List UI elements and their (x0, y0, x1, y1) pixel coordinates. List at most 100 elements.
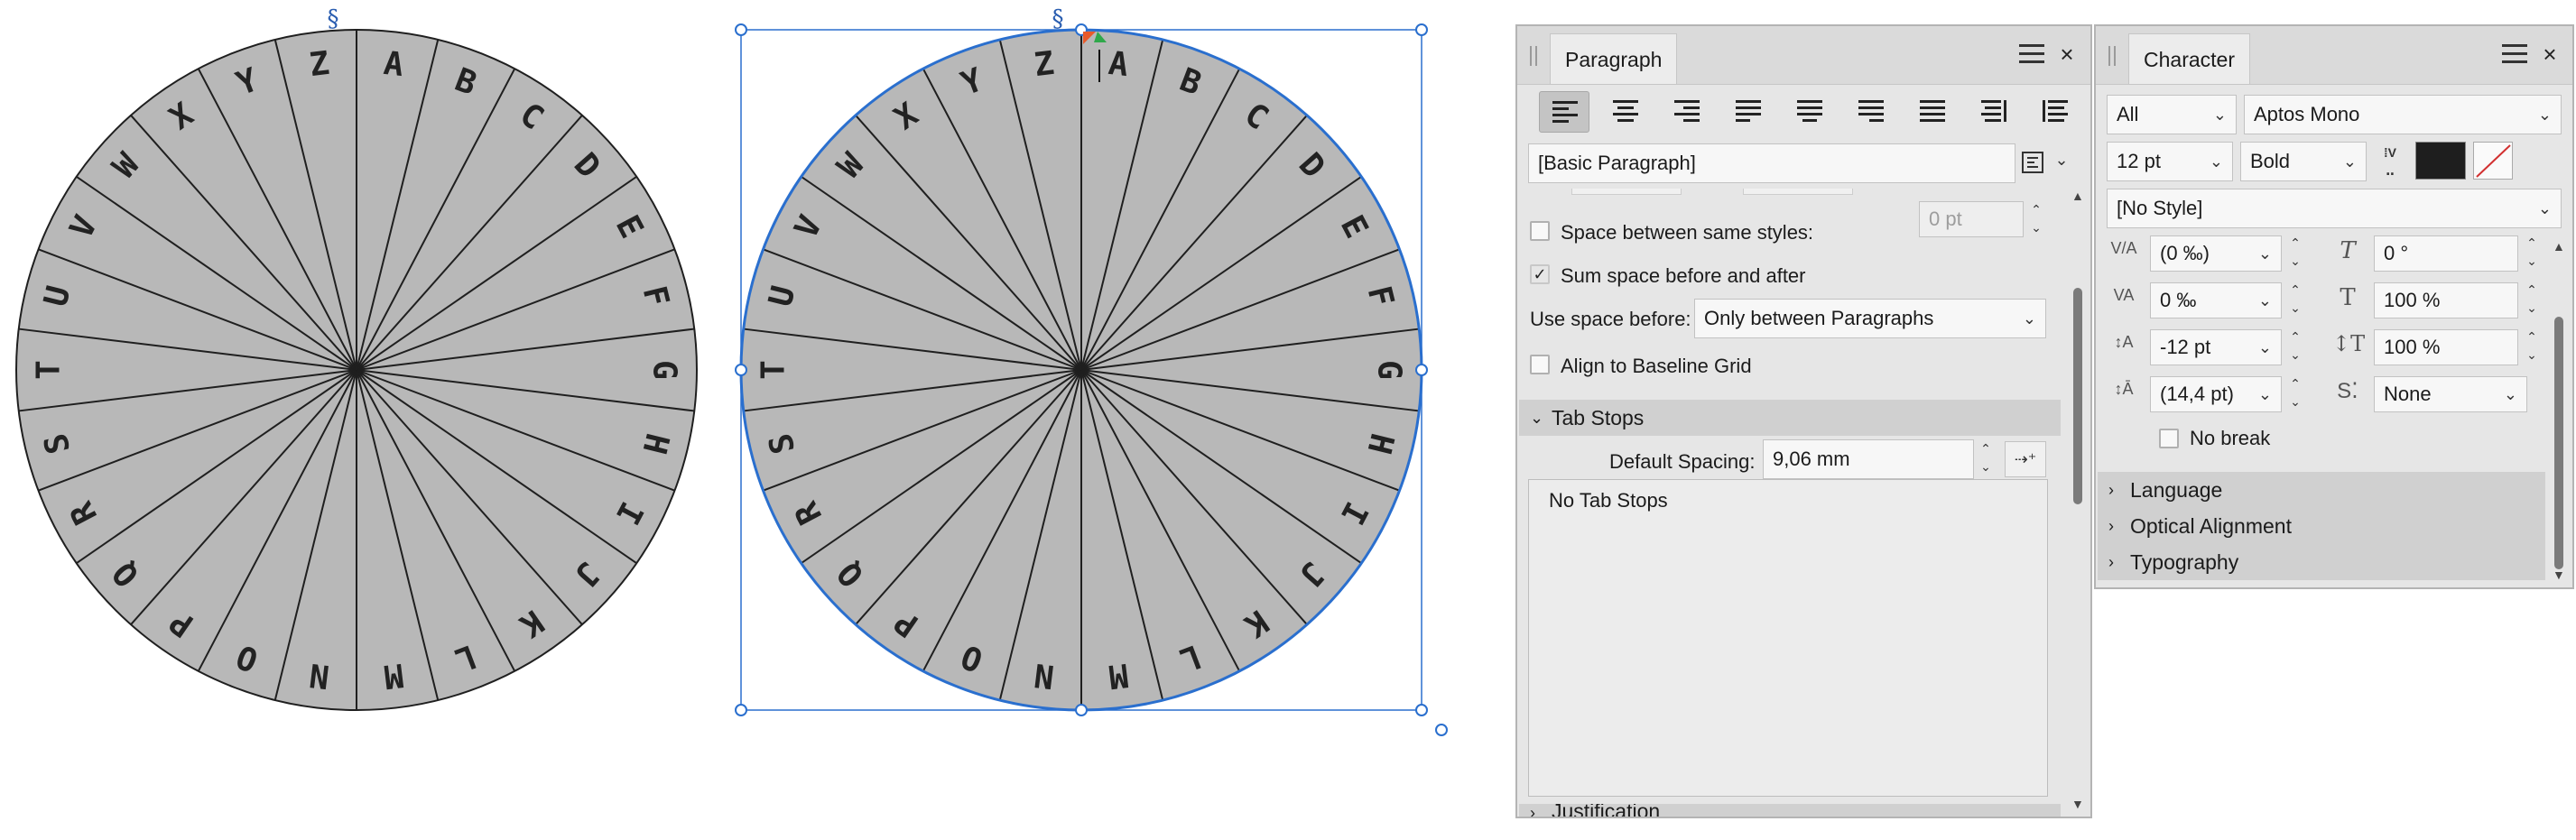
no-tab-stops-text: No Tab Stops (1549, 489, 1668, 512)
paragraph-tab[interactable]: Paragraph (1550, 33, 1678, 84)
space-between-stepper[interactable]: ⌃ ⌄ (2028, 200, 2044, 240)
language-section-header[interactable]: › Language (2098, 472, 2545, 508)
no-break-label: No break (2190, 427, 2271, 449)
scroll-up-icon[interactable]: ▲ (2553, 239, 2565, 254)
justification-section-header[interactable]: › Justification (1519, 804, 2061, 817)
character-scrollbar[interactable]: ▲ ▼ (2553, 239, 2565, 582)
font-size-dropdown[interactable]: 12 pt ⌄ (2107, 142, 2233, 181)
leading-dropdown[interactable]: (14,4 pt) ⌄ (2150, 376, 2282, 412)
document-canvas[interactable]: A B C D E F G H I J K L M N O P Q R S T U V W X Y Z § A B C D E F G H I J K L M… (0, 0, 1489, 840)
italic-angle-input[interactable]: 0 ° (2374, 235, 2518, 272)
paragraph-style-options-icon[interactable] (2019, 151, 2046, 178)
italic-angle-stepper[interactable]: ⌃ ⌄ (2524, 234, 2540, 273)
default-spacing-stepper[interactable]: ⌃ ⌄ (1978, 439, 1994, 479)
tracking-dropdown[interactable]: 0 ‰ ⌄ (2150, 282, 2282, 318)
baseline-shift-value: -12 pt (2160, 336, 2211, 358)
justify-all-button[interactable] (1907, 91, 1958, 133)
baseline-grid-label: Align to Baseline Grid (1561, 355, 1752, 377)
align-towards-spine-button[interactable] (1969, 91, 2019, 133)
horizontal-scale-value: 100 % (2384, 289, 2441, 311)
tracking-icon: VA (2113, 286, 2135, 304)
no-color-icon (2476, 144, 2511, 178)
character-panel-header: Character × (2096, 26, 2572, 85)
scroll-down-icon[interactable]: ▼ (2071, 797, 2084, 811)
scope-value: All (2117, 103, 2139, 125)
vertical-scale-value: 100 % (2384, 336, 2441, 358)
chevron-down-icon[interactable]: ⌄ (2050, 151, 2073, 178)
rotation-handle (1435, 724, 1448, 736)
baseline-shift-stepper[interactable]: ⌃ ⌄ (2287, 328, 2303, 367)
justify-center-button[interactable] (1784, 91, 1835, 133)
vertical-scale-input[interactable]: 100 % (2374, 329, 2518, 365)
leading-stepper[interactable]: ⌃ ⌄ (2287, 374, 2303, 414)
baseline-grid-checkbox[interactable] (1530, 355, 1550, 374)
align-right-icon (1674, 100, 1700, 122)
chevron-down-icon: ⌄ (1530, 409, 1544, 427)
italic-angle-icon: T (2340, 237, 2356, 264)
kerning-dropdown[interactable]: (0 ‰) ⌄ (2150, 235, 2282, 272)
tracking-stepper[interactable]: ⌃ ⌄ (2287, 281, 2303, 320)
font-family-value: Aptos Mono (2254, 103, 2360, 125)
selection-handle (1415, 704, 1428, 716)
tab-stops-list[interactable]: No Tab Stops (1528, 479, 2048, 797)
paragraph-panel: Paragraph × [Basic Paragraph] ⌄ Space be… (1515, 24, 2092, 818)
sum-space-checkbox[interactable]: ✓ (1530, 264, 1550, 284)
font-family-dropdown[interactable]: Aptos Mono ⌄ (2244, 95, 2562, 134)
scope-dropdown[interactable]: All ⌄ (2107, 95, 2237, 134)
default-spacing-input[interactable]: 9,06 mm (1763, 439, 1974, 479)
space-between-value: 0 pt (1929, 208, 1962, 230)
align-away-spine-button[interactable] (2030, 91, 2080, 133)
align-center-button[interactable] (1600, 91, 1651, 133)
tab-stops-section-header[interactable]: ⌄ Tab Stops (1519, 400, 2061, 436)
panel-grip-icon[interactable] (1530, 46, 1537, 66)
scroll-thumb[interactable] (2554, 317, 2563, 569)
horizontal-scale-input[interactable]: 100 % (2374, 282, 2518, 318)
text-fill-color-swatch[interactable] (2415, 142, 2466, 180)
panel-grip-icon[interactable] (2108, 46, 2116, 66)
space-between-label: Space between same styles: (1561, 221, 1814, 244)
paragraph-style-dropdown[interactable]: [Basic Paragraph] (1528, 143, 2015, 183)
justify-left-button[interactable] (1723, 91, 1774, 133)
optical-alignment-section-header[interactable]: › Optical Alignment (2098, 508, 2545, 544)
typeface-style-dropdown[interactable]: None ⌄ (2374, 376, 2527, 412)
add-tab-stop-button[interactable]: ⇢⁺ (2005, 441, 2046, 477)
font-weight-value: Bold (2250, 150, 2291, 172)
scroll-up-icon[interactable]: ▲ (2071, 189, 2084, 203)
panel-menu-icon[interactable] (2502, 44, 2527, 66)
selection-handle (735, 364, 747, 376)
paragraph-scrollbar[interactable]: ▲ ▼ (2071, 189, 2084, 811)
chevron-down-icon: ⌄ (2257, 245, 2272, 263)
align-left-button[interactable] (1539, 91, 1589, 133)
vertical-scale-stepper[interactable]: ⌃ ⌄ (2524, 328, 2540, 367)
scroll-thumb[interactable] (2073, 288, 2082, 504)
panel-menu-icon[interactable] (2019, 44, 2044, 66)
align-right-button[interactable] (1662, 91, 1712, 133)
justify-right-button[interactable] (1846, 91, 1896, 133)
close-icon[interactable]: × (2536, 41, 2563, 68)
chevron-down-icon: ⌄ (2022, 309, 2036, 328)
wheel-left-paragraph-mark: § (328, 5, 339, 32)
typography-section-header[interactable]: › Typography (2098, 544, 2545, 580)
close-icon[interactable]: × (2053, 41, 2080, 68)
kerning-stepper[interactable]: ⌃ ⌄ (2287, 234, 2303, 273)
selection-handle (1415, 23, 1428, 36)
space-between-checkbox[interactable] (1530, 221, 1550, 241)
use-space-before-dropdown[interactable]: Only between Paragraphs ⌄ (1694, 299, 2046, 338)
chevron-right-icon: › (1530, 804, 1535, 817)
horizontal-scale-stepper[interactable]: ⌃ ⌄ (2524, 281, 2540, 320)
justification-title: Justification (1552, 804, 1661, 817)
character-tab[interactable]: Character (2128, 33, 2250, 84)
kerning-icon: V/A (2110, 239, 2137, 257)
leading-icon: ↕Ā (2114, 380, 2134, 398)
default-spacing-value: 9,06 mm (1773, 448, 1850, 470)
no-break-checkbox[interactable] (2159, 429, 2179, 448)
space-between-input[interactable]: 0 pt (1919, 201, 2024, 237)
baseline-shift-dropdown[interactable]: -12 pt ⌄ (2150, 329, 2282, 365)
text-stroke-color-swatch[interactable] (2473, 142, 2513, 180)
font-weight-dropdown[interactable]: Bold ⌄ (2240, 142, 2367, 181)
font-features-icon[interactable]: ⁞V ‥ (2372, 143, 2408, 180)
horizontal-scale-icon: T (2340, 284, 2356, 311)
character-style-dropdown[interactable]: [No Style] ⌄ (2107, 189, 2562, 228)
sum-space-label: Sum space before and after (1561, 264, 1806, 287)
scroll-down-icon[interactable]: ▼ (2553, 568, 2565, 582)
